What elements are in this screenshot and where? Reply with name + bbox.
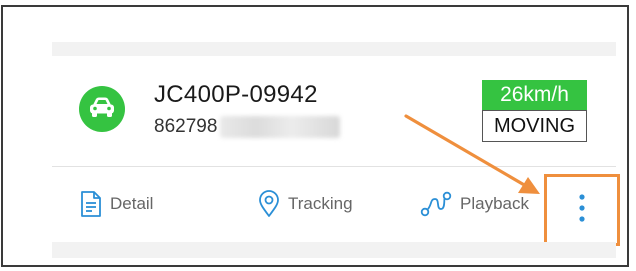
card-divider xyxy=(52,166,616,167)
status-badge: MOVING xyxy=(482,110,587,142)
speed-badge: 26km/h xyxy=(482,80,587,110)
list-separator-bottom xyxy=(52,242,616,258)
location-pin-icon xyxy=(258,190,280,218)
vehicle-avatar xyxy=(79,86,125,132)
list-separator-top xyxy=(52,42,616,56)
device-name: JC400P-09942 xyxy=(154,81,318,108)
device-card[interactable]: JC400P-09942 862798 26km/h MOVING Detail… xyxy=(52,56,620,246)
more-vertical-icon xyxy=(578,193,586,228)
car-icon xyxy=(88,96,116,123)
tracking-label: Tracking xyxy=(288,194,353,213)
detail-label: Detail xyxy=(110,194,154,213)
tracking-button[interactable]: Tracking xyxy=(258,190,353,218)
imei-redaction xyxy=(220,116,340,138)
route-icon xyxy=(420,190,452,218)
device-imei: 862798 xyxy=(154,116,218,137)
document-icon xyxy=(80,190,102,218)
playback-button[interactable]: Playback xyxy=(420,190,529,218)
more-options-button[interactable] xyxy=(544,174,620,246)
detail-button[interactable]: Detail xyxy=(80,190,153,218)
playback-label: Playback xyxy=(460,194,529,213)
